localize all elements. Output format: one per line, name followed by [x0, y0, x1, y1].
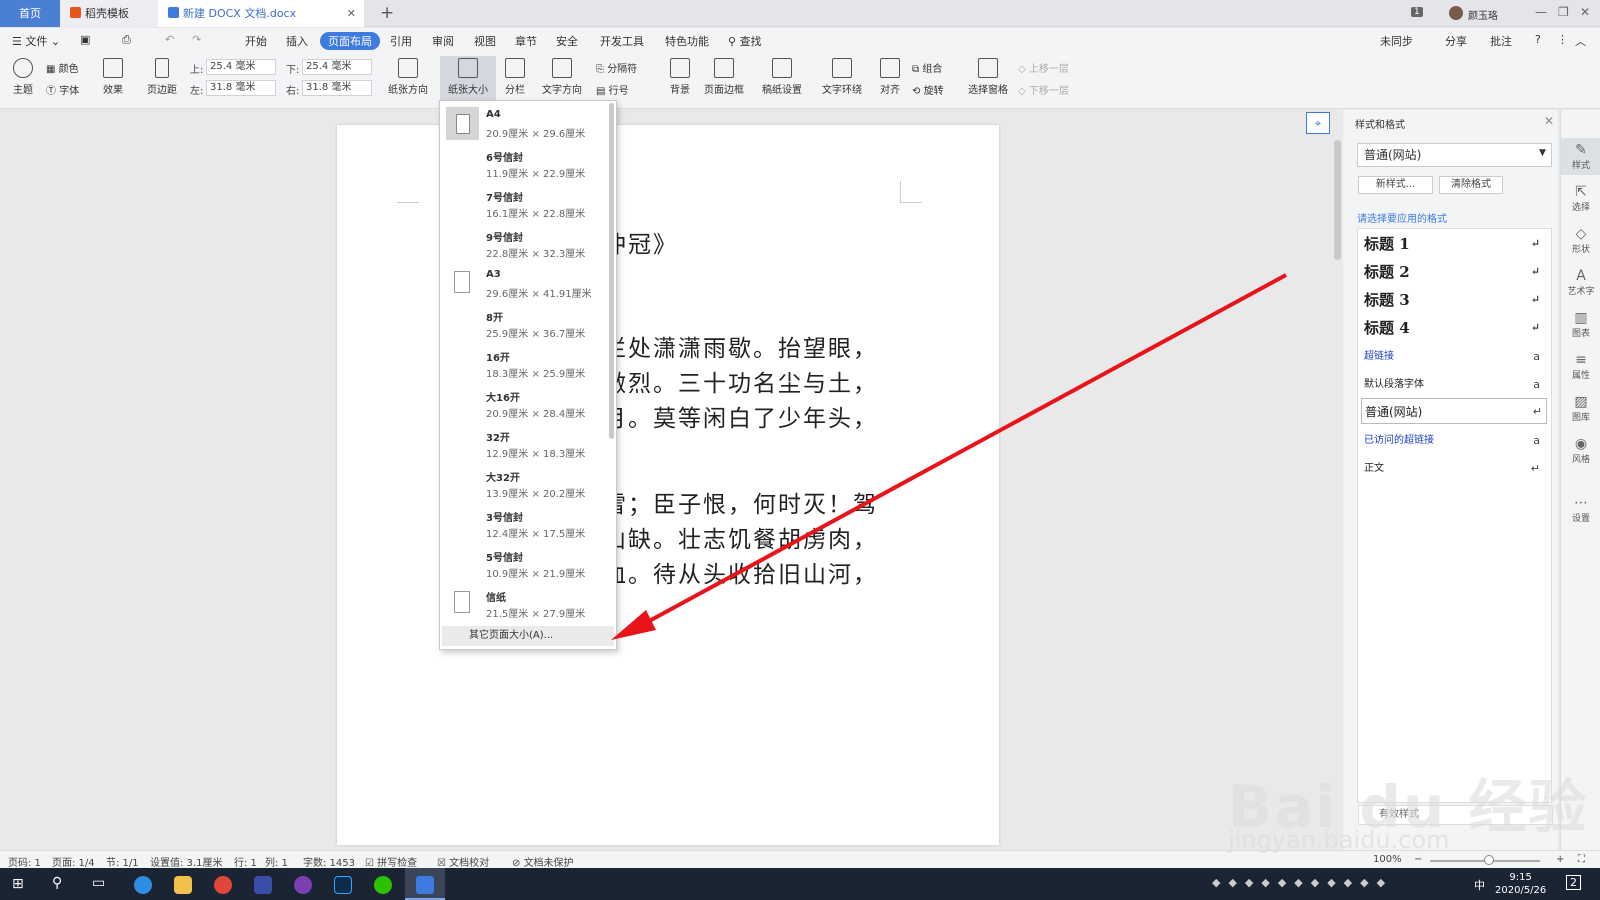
style-theme-tool-label: 风格 [1571, 455, 1590, 465]
style-type-icon: ↵ [1530, 293, 1540, 306]
style-item-label: 正文 [1364, 463, 1384, 474]
chart-tool-label: 图表 [1571, 329, 1590, 339]
style-type-icon: ↵ [1530, 321, 1540, 334]
styles-panel: 样式和格式 ✕ 普通(网站) ▼ 新样式... 清除格式 请选择要应用的格式 标… [1343, 110, 1558, 850]
right-toolbar: ✎ 样式 ⇱ 选择 ◇ 形状 A 艺术字 ▥ 图表 ≡ 属性 ▨ 图库 ◉ 风格 ⋯ 设置 [1560, 110, 1600, 850]
style-item-label: 标题 3 [1364, 291, 1410, 309]
settings-tool[interactable]: ⋯ 设置 [1561, 495, 1600, 524]
windows-start-icon[interactable]: ⊞ [12, 876, 24, 892]
row-status[interactable]: 行: 1 [234, 854, 257, 869]
style-item-label: 普通(网站) [1365, 405, 1423, 419]
taskbar-search-icon[interactable]: ⚲ [52, 875, 62, 891]
style-type-icon: a [1533, 378, 1540, 391]
app-icon[interactable] [294, 876, 312, 894]
style-theme-tool[interactable]: ◉ 风格 [1561, 436, 1600, 465]
style-type-icon: a [1533, 350, 1540, 363]
style-item[interactable]: 标题 1 ↵ [1364, 231, 1544, 257]
section-status[interactable]: 节: 1/1 [106, 854, 139, 869]
style-item-label: 超链接 [1364, 351, 1394, 362]
wordart-tool[interactable]: A 艺术字 [1561, 268, 1600, 297]
chrome-icon[interactable] [214, 876, 232, 894]
style-item[interactable]: 标题 3 ↵ [1364, 287, 1544, 313]
more-dots-icon: ⋯ [1574, 495, 1588, 511]
property-tool[interactable]: ≡ 属性 [1561, 352, 1600, 381]
photoshop-icon[interactable] [334, 876, 352, 894]
proofread-button[interactable]: ☒ 文档校对 [437, 854, 489, 869]
chart-icon: ▥ [1574, 310, 1588, 326]
cursor-icon: ⇱ [1575, 184, 1587, 200]
zoom-in-icon[interactable]: + [1556, 854, 1564, 865]
style-item-label: 默认段落字体 [1364, 379, 1424, 390]
wordart-icon: A [1576, 268, 1586, 284]
baidu-watermark-url: jingyan.baidu.com [1228, 826, 1450, 854]
task-view-icon[interactable]: ▭ [92, 875, 105, 891]
chart-tool[interactable]: ▥ 图表 [1561, 310, 1600, 339]
col-status[interactable]: 列: 1 [265, 854, 288, 869]
select-tool[interactable]: ⇱ 选择 [1561, 184, 1600, 213]
styles-panel-title: 样式和格式 [1355, 120, 1405, 131]
ime-indicator[interactable]: 中 [1474, 877, 1485, 893]
shape-tool-label: 形状 [1571, 245, 1590, 255]
style-item[interactable]: 正文 ↵ [1364, 456, 1544, 482]
style-item[interactable]: 已访问的超链接 a [1364, 428, 1544, 454]
notification-count: 2 [1570, 876, 1577, 889]
file-explorer-icon[interactable] [174, 876, 192, 894]
style-item[interactable]: 默认段落字体 a [1364, 372, 1544, 398]
styles-tool[interactable]: ✎ 样式 [1561, 138, 1600, 175]
palette-icon: ◉ [1574, 436, 1588, 452]
page-number-status[interactable]: 页码: 1 [8, 854, 41, 869]
system-tray[interactable]: ◆◆◆◆◆◆◆◆◆◆◆ [1212, 876, 1462, 892]
sliders-icon: ≡ [1575, 352, 1587, 368]
style-type-icon: ↵ [1532, 405, 1542, 418]
app-icon[interactable] [254, 876, 272, 894]
zoom-slider-thumb[interactable] [1484, 855, 1494, 865]
gallery-tool[interactable]: ▨ 图库 [1561, 394, 1600, 423]
chevron-down-icon: ▼ [1539, 148, 1546, 158]
clock-date: 2020/5/26 [1495, 885, 1547, 896]
current-style-select[interactable]: 普通(网站) [1357, 143, 1552, 167]
new-style-button[interactable]: 新样式... [1358, 176, 1433, 194]
style-type-icon: ↵ [1530, 462, 1540, 475]
shape-icon: ◇ [1575, 226, 1587, 242]
close-icon[interactable]: ✕ [1544, 114, 1554, 128]
clock-time: 9:15 [1509, 872, 1532, 883]
zoom-out-icon[interactable]: − [1414, 854, 1422, 865]
settings-tool-label: 设置 [1571, 514, 1590, 524]
style-item-label: 标题 2 [1364, 263, 1410, 281]
style-item-label: 标题 1 [1364, 235, 1410, 253]
pen-icon: ✎ [1575, 142, 1587, 158]
styles-tool-label: 样式 [1571, 161, 1590, 171]
style-type-icon: ↵ [1530, 265, 1540, 278]
style-type-icon: ↵ [1530, 237, 1540, 250]
setting-status[interactable]: 设置值: 3.1厘米 [150, 854, 222, 869]
clock[interactable]: 9:15 2020/5/26 [1495, 871, 1546, 897]
gallery-tool-label: 图库 [1571, 413, 1590, 423]
style-prompt: 请选择要应用的格式 [1357, 214, 1447, 225]
fullscreen-icon[interactable]: ⛶ [1578, 854, 1585, 865]
style-item-label: 标题 4 [1364, 319, 1410, 337]
taskbar: ⊞ ⚲ ▭ ◆◆◆◆◆◆◆◆◆◆◆ 中 9:15 2020/5/26 2 [0, 868, 1600, 900]
style-item[interactable]: 普通(网站) ↵ [1361, 398, 1547, 424]
wordart-tool-label: 艺术字 [1567, 287, 1595, 297]
style-item[interactable]: 超链接 a [1364, 344, 1544, 370]
style-item[interactable]: 标题 2 ↵ [1364, 259, 1544, 285]
word-count-status[interactable]: 字数: 1453 [303, 854, 355, 869]
wechat-icon[interactable] [374, 876, 392, 894]
page-status[interactable]: 页面: 1/4 [52, 854, 95, 869]
wps-writer-icon[interactable] [405, 868, 445, 900]
style-type-icon: a [1533, 434, 1540, 447]
property-tool-label: 属性 [1571, 371, 1590, 381]
notification-center-icon[interactable]: 2 [1566, 875, 1581, 890]
browser-icon[interactable] [134, 876, 152, 894]
shape-tool[interactable]: ◇ 形状 [1561, 226, 1600, 255]
style-list: 标题 1 ↵ 标题 2 ↵ 标题 3 ↵ 标题 4 ↵ 超链接 a 默认段落字体 a 普通(网站) ↵ 已访… [1357, 228, 1552, 803]
clear-format-button[interactable]: 清除格式 [1439, 176, 1503, 194]
style-item-label: 已访问的超链接 [1364, 435, 1434, 446]
spell-check-button[interactable]: ☑ 拼写检查 [365, 854, 417, 869]
image-icon: ▨ [1574, 394, 1588, 410]
zoom-level[interactable]: 100% [1373, 854, 1402, 865]
style-item[interactable]: 标题 4 ↵ [1364, 315, 1544, 341]
protect-button[interactable]: ⊘ 文档未保护 [512, 854, 574, 869]
select-tool-label: 选择 [1571, 203, 1590, 213]
